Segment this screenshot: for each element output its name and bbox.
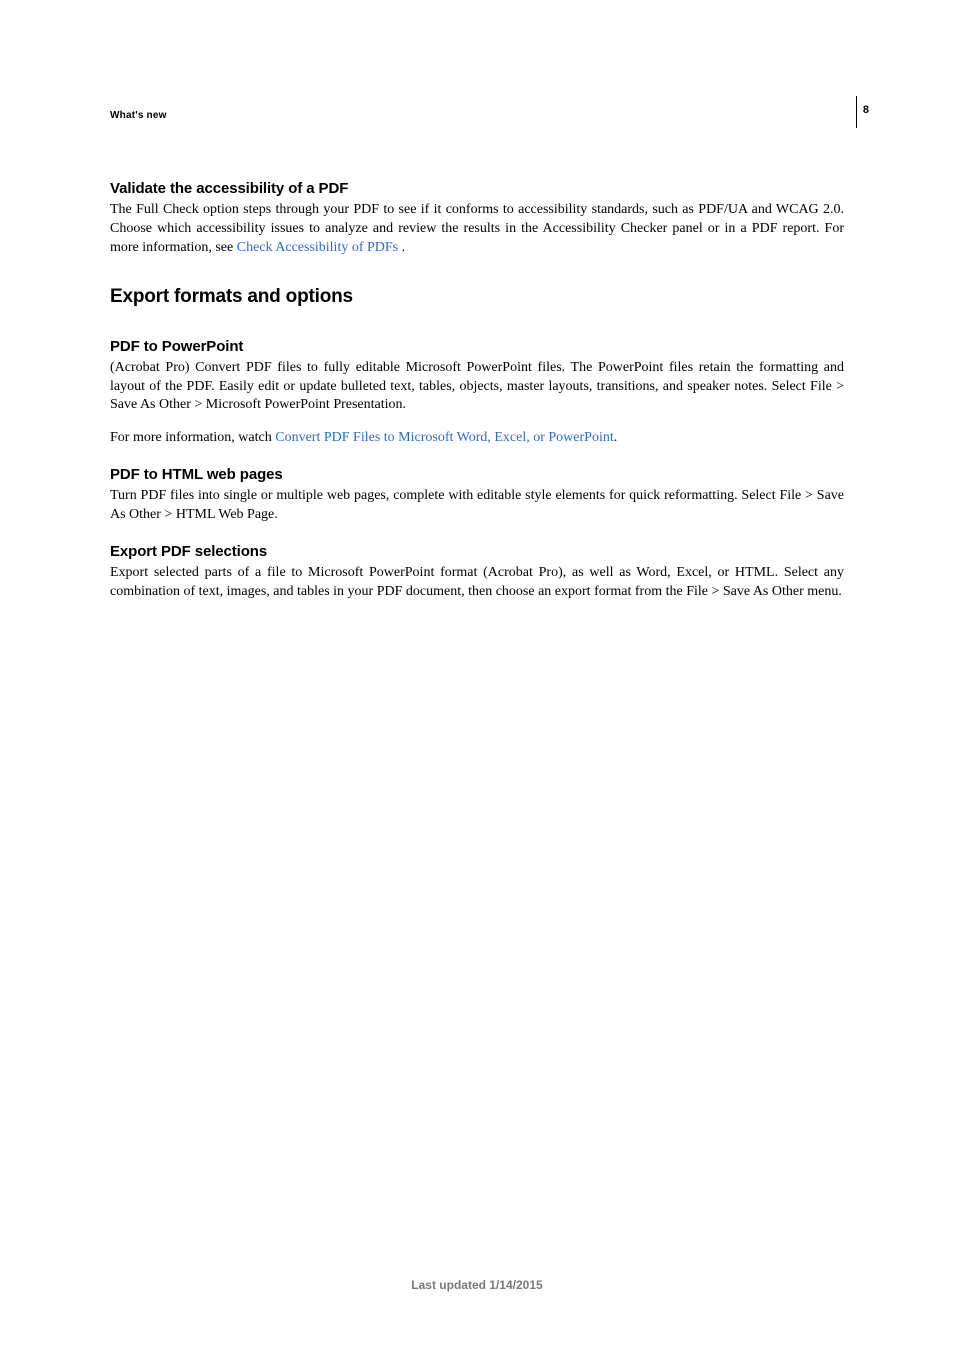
section-pdf-to-powerpoint: PDF to PowerPoint (Acrobat Pro) Convert … [110,338,844,449]
link-convert-pdf-video[interactable]: Convert PDF Files to Microsoft Word, Exc… [275,430,614,445]
body-validate: The Full Check option steps through your… [110,201,844,258]
text-ppt-post: . [614,430,618,445]
page-number: 8 [863,104,869,116]
heading-export-formats: Export formats and options [110,286,844,308]
body-ppt-1: (Acrobat Pro) Convert PDF files to fully… [110,359,844,416]
section-pdf-to-html: PDF to HTML web pages Turn PDF files int… [110,466,844,525]
section-export-selections: Export PDF selections Export selected pa… [110,543,844,602]
footer-last-updated: Last updated 1/14/2015 [0,1278,954,1292]
page-header: What's new 8 [110,110,844,140]
page-number-wrap: 8 [856,96,869,128]
breadcrumb: What's new [110,110,844,121]
section-validate-accessibility: Validate the accessibility of a PDF The … [110,180,844,258]
heading-ppt: PDF to PowerPoint [110,338,844,355]
text-ppt-pre: For more information, watch [110,430,275,445]
heading-html: PDF to HTML web pages [110,466,844,483]
text-validate-post: . [398,240,405,255]
body-selections-1: Export selected parts of a file to Micro… [110,564,844,602]
link-check-accessibility[interactable]: Check Accessibility of PDFs [237,240,398,255]
heading-selections: Export PDF selections [110,543,844,560]
body-ppt-2: For more information, watch Convert PDF … [110,429,844,448]
page: What's new 8 Validate the accessibility … [0,0,954,1350]
heading-validate: Validate the accessibility of a PDF [110,180,844,197]
text-validate-pre: The Full Check option steps through your… [110,202,844,255]
body-html-1: Turn PDF files into single or multiple w… [110,487,844,525]
